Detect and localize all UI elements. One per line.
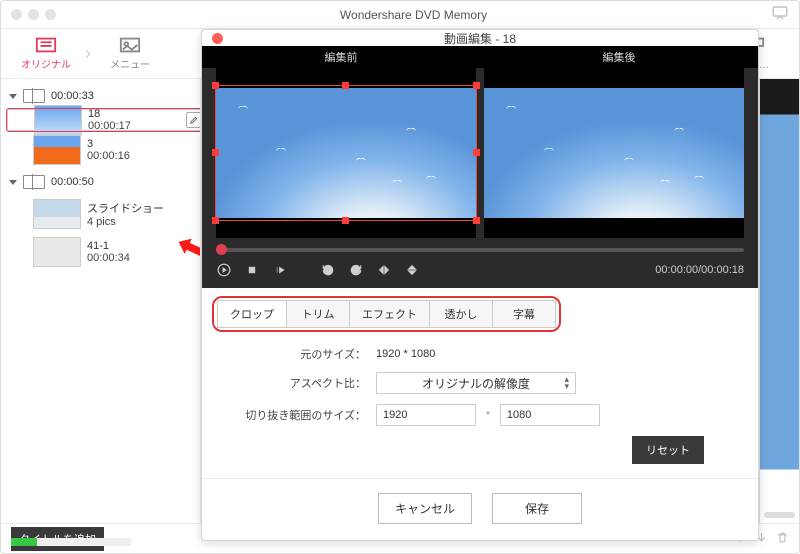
aspect-select[interactable]: オリジナルの解像度 ▴▾	[376, 372, 576, 394]
cancel-button[interactable]: キャンセル	[378, 493, 472, 524]
sidebar-clip-item[interactable]: 3 00:00:16	[7, 131, 194, 169]
video-editor-modal: 動画編集 - 18 編集前 編集後	[201, 29, 759, 541]
title-bar: Wondershare DVD Memory	[1, 1, 799, 29]
group-duration: 00:00:50	[51, 176, 94, 188]
sidebar-clip-item[interactable]: 18 00:00:17	[7, 109, 201, 131]
zoom-dot[interactable]	[45, 9, 56, 20]
rotate-right-icon[interactable]	[348, 262, 364, 278]
mode-original[interactable]: オリジナル	[11, 36, 81, 71]
aspect-value: オリジナルの解像度	[422, 375, 530, 392]
crop-rectangle[interactable]	[216, 86, 476, 220]
group-duration: 00:00:33	[51, 90, 94, 102]
sidebar-group-row[interactable]: 00:00:50	[7, 169, 194, 195]
modal-title: 動画編集 - 18	[202, 30, 758, 47]
stop-icon[interactable]	[244, 262, 260, 278]
flip-v-icon[interactable]	[404, 262, 420, 278]
preview-area: 編集前 編集後	[202, 46, 758, 288]
scrub-knob[interactable]	[216, 244, 227, 255]
clip-duration: 00:00:34	[87, 252, 130, 264]
sidebar-clip-item[interactable]: 41-1 00:00:34	[7, 233, 194, 271]
orig-size-label: 元のサイズ：	[226, 346, 366, 362]
content-preview	[759, 79, 799, 523]
editor-tabs: クロップ トリム エフェクト 透かし 字幕	[212, 296, 561, 332]
window-controls[interactable]	[11, 9, 56, 20]
tab-effect[interactable]: エフェクト	[349, 300, 430, 328]
tab-trim[interactable]: トリム	[286, 300, 350, 328]
crop-width-input[interactable]	[376, 404, 476, 426]
edit-clip-button[interactable]	[186, 112, 201, 128]
app-title: Wondershare DVD Memory	[56, 8, 771, 22]
timecode: 00:00:00/00:00:18	[655, 264, 744, 276]
modal-footer: キャンセル 保存	[202, 478, 758, 540]
editor-tabs-highlight: クロップ トリム エフェクト 透かし 字幕	[202, 288, 758, 332]
save-button[interactable]: 保存	[492, 493, 582, 524]
trash-icon[interactable]	[776, 531, 789, 547]
tab-watermark[interactable]: 透かし	[429, 300, 493, 328]
clip-title: 18	[88, 108, 131, 120]
feedback-icon[interactable]	[771, 4, 789, 25]
aspect-label: アスペクト比：	[226, 375, 366, 391]
preview-after	[484, 68, 744, 238]
minimize-dot[interactable]	[28, 9, 39, 20]
step-icon[interactable]	[272, 262, 288, 278]
clip-title: 3	[87, 138, 130, 150]
after-label: 編集後	[480, 46, 758, 68]
chevron-up-down-icon: ▴▾	[564, 376, 569, 390]
before-label: 編集前	[202, 46, 480, 68]
title-icon	[23, 89, 45, 103]
mode-menu-label: メニュー	[110, 56, 150, 71]
mode-menu[interactable]: メニュー	[95, 36, 165, 71]
rotate-left-icon[interactable]	[320, 262, 336, 278]
close-dot[interactable]	[11, 9, 22, 20]
playback-controls: 00:00:00/00:00:18	[202, 256, 758, 288]
sidebar-clip-item[interactable]: スライドショー 4 pics	[7, 195, 194, 233]
flip-h-icon[interactable]	[376, 262, 392, 278]
chevron-right-icon: ›	[81, 43, 95, 64]
reset-button[interactable]: リセット	[632, 436, 704, 464]
scrub-bar[interactable]	[216, 248, 744, 252]
sidebar: 00:00:33 18 00:00:17 3 00:00:16 00:00:50	[1, 79, 201, 523]
play-icon[interactable]	[216, 262, 232, 278]
crop-height-input[interactable]	[500, 404, 600, 426]
preview-before[interactable]	[216, 68, 476, 238]
caret-down-icon[interactable]	[9, 180, 17, 185]
title-icon	[23, 175, 45, 189]
tab-subtitle[interactable]: 字幕	[492, 300, 556, 328]
multiply-icon: *	[486, 410, 490, 421]
crop-size-label: 切り抜き範囲のサイズ：	[226, 407, 366, 423]
timeline[interactable]	[202, 238, 758, 256]
clip-thumbnail	[33, 135, 81, 165]
clip-thumbnail	[33, 199, 81, 229]
caret-down-icon[interactable]	[9, 94, 17, 99]
clip-duration: 4 pics	[87, 216, 164, 228]
disc-usage-bar	[11, 538, 131, 548]
clip-thumbnail	[33, 237, 81, 267]
clip-title: スライドショー	[87, 200, 164, 216]
clip-title: 41-1	[87, 240, 130, 252]
tab-crop[interactable]: クロップ	[217, 300, 287, 328]
mode-original-label: オリジナル	[21, 56, 71, 71]
orig-size-value: 1920 * 1080	[376, 348, 435, 360]
clip-duration: 00:00:16	[87, 150, 130, 162]
crop-form: 元のサイズ： 1920 * 1080 アスペクト比： オリジナルの解像度 ▴▾ …	[202, 332, 758, 478]
modal-titlebar: 動画編集 - 18	[202, 30, 758, 46]
